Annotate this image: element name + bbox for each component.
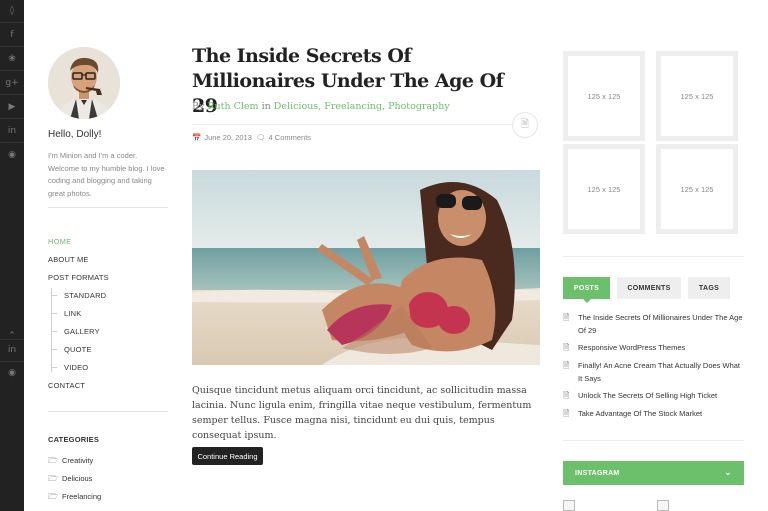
rail-divider [0,118,24,119]
nav-about[interactable]: ABOUT ME [48,255,89,264]
popular-post-title: The Inside Secrets Of Millionaires Under… [578,313,743,335]
document-icon: 🗎 [563,343,570,352]
post-date-text: June 20, 2013 [204,133,252,142]
google-plus-icon[interactable]: g+ [0,73,24,93]
rail-divider [0,22,24,23]
tab-posts[interactable]: POSTS [563,277,610,303]
rail-divider [0,94,24,95]
ad-banner[interactable]: 125 x 125 [656,144,738,234]
chevron-down-icon[interactable]: ⌄ [724,468,732,478]
tab-comments[interactable]: COMMENTS [617,277,681,299]
sidebar-divider [563,256,744,257]
popular-post-title: Finally! An Acne Cream That Actually Doe… [578,361,741,383]
nav-link[interactable]: LINK [64,309,81,318]
popular-post-title: Responsive WordPress Themes [578,343,686,352]
popular-post-item[interactable]: 🗎 Take Advantage Of The Stock Market [563,407,744,420]
tab-tags[interactable]: TAGS [688,277,730,299]
popular-post-item[interactable]: 🗎 Responsive WordPress Themes [563,341,744,354]
post-excerpt: Quisque tincidunt metus aliquam orci tin… [192,385,532,441]
nav-contact[interactable]: CONTACT [48,381,85,390]
twitter-icon[interactable]: ❀ [0,49,24,69]
post-category-link[interactable]: Photography [388,101,450,112]
post-category-link[interactable]: Freelancing, [324,101,385,112]
category-item[interactable]: 🗁 Delicious [48,473,92,487]
categories-heading: CATEGORIES [48,435,100,444]
nav-quote[interactable]: QUOTE [64,345,92,354]
social-rail: ◊ f ❀ g+ ▶ in ◉ ⌃ in ◉ [0,0,24,511]
nav-tree-branch [51,349,57,350]
instagram-title: INSTAGRAM [575,469,620,477]
rail-divider [0,46,24,47]
calendar-icon: 📅 [192,133,202,142]
post-byline: By Ruth Clem in Delicious, Freelancing, … [192,101,450,112]
post-category-link[interactable]: Delicious, [274,101,321,112]
folder-icon: 🗁 [48,492,58,501]
ad-banner[interactable]: 125 x 125 [656,51,738,141]
nav-post-formats[interactable]: POST FORMATS [48,273,109,282]
sidebar-divider [48,411,168,412]
rail-divider [0,361,24,362]
github-icon[interactable]: ◉ [0,145,24,165]
category-item[interactable]: 🗁 Creativity [48,455,93,469]
popular-post-item[interactable]: 🗎 Unlock The Secrets Of Selling High Tick… [563,389,744,402]
sidebar-divider [48,207,168,208]
broken-image-icon [563,500,575,511]
comment-icon: 🗨 [256,133,266,142]
continue-reading-button[interactable]: Continue Reading [192,447,263,465]
nav-tree-line [51,288,52,372]
popular-post-title: Unlock The Secrets Of Selling High Ticke… [578,391,718,400]
instagram-widget-header[interactable]: INSTAGRAM ⌄ [563,461,744,485]
post-comments[interactable]: 🗨 4 Comments [256,133,311,142]
github-icon[interactable]: ◉ [0,363,24,383]
nav-video[interactable]: VIDEO [64,363,88,372]
category-label: Creativity [62,456,94,465]
facebook-icon[interactable]: f [0,25,24,45]
nav-standard[interactable]: STANDARD [64,291,106,300]
ad-banner[interactable]: 125 x 125 [563,144,645,234]
beach-photo [192,170,540,365]
post-comments-text: 4 Comments [268,133,312,142]
byline-in: in [261,101,271,112]
ad-banner[interactable]: 125 x 125 [563,51,645,141]
post-meta-divider [192,124,512,125]
category-label: Freelancing [62,492,102,501]
nav-tree-branch [51,313,57,314]
avatar-photo [48,47,120,119]
avatar [48,47,120,119]
profile-greeting: Hello, Dolly! [48,129,102,140]
broken-image-icon [657,500,669,511]
linkedin-icon[interactable]: in [0,340,24,360]
popular-post-title: Take Advantage Of The Stock Market [578,409,703,418]
nav-tree-branch [51,367,57,368]
document-icon: 🗎 [563,313,570,322]
nav-gallery[interactable]: GALLERY [64,327,100,336]
post-featured-image[interactable] [192,170,540,365]
category-item[interactable]: 🗁 Freelancing [48,491,101,505]
popular-post-item[interactable]: 🗎 Finally! An Acne Cream That Actually Do… [563,359,744,385]
rail-divider [0,70,24,71]
nav-home[interactable]: HOME [48,237,71,246]
youtube-icon[interactable]: ▶ [0,97,24,117]
tag-icon[interactable]: ◊ [0,1,24,21]
folder-icon: 🗁 [48,456,58,465]
folder-icon: 🗁 [48,474,58,483]
document-icon: 🗎 [563,391,570,400]
document-icon: 🗎 [563,361,570,370]
nav-tree-branch [51,331,57,332]
sidebar-divider [563,440,744,441]
post-date: 📅 June 20, 2013 [192,133,252,142]
nav-tree-branch [51,295,57,296]
rail-divider [0,142,24,143]
linkedin-icon[interactable]: in [0,121,24,141]
profile-bio: I'm Minion and I'm a coder. Welcome to m… [48,151,165,198]
category-label: Delicious [62,474,93,483]
document-icon: 🗎 [563,409,570,418]
popular-post-item[interactable]: 🗎 The Inside Secrets Of Millionaires Unde… [563,311,744,337]
post-format-icon: 🗎 [512,112,538,138]
byline-by: By [192,101,205,112]
post-author-link[interactable]: Ruth Clem [207,101,258,112]
